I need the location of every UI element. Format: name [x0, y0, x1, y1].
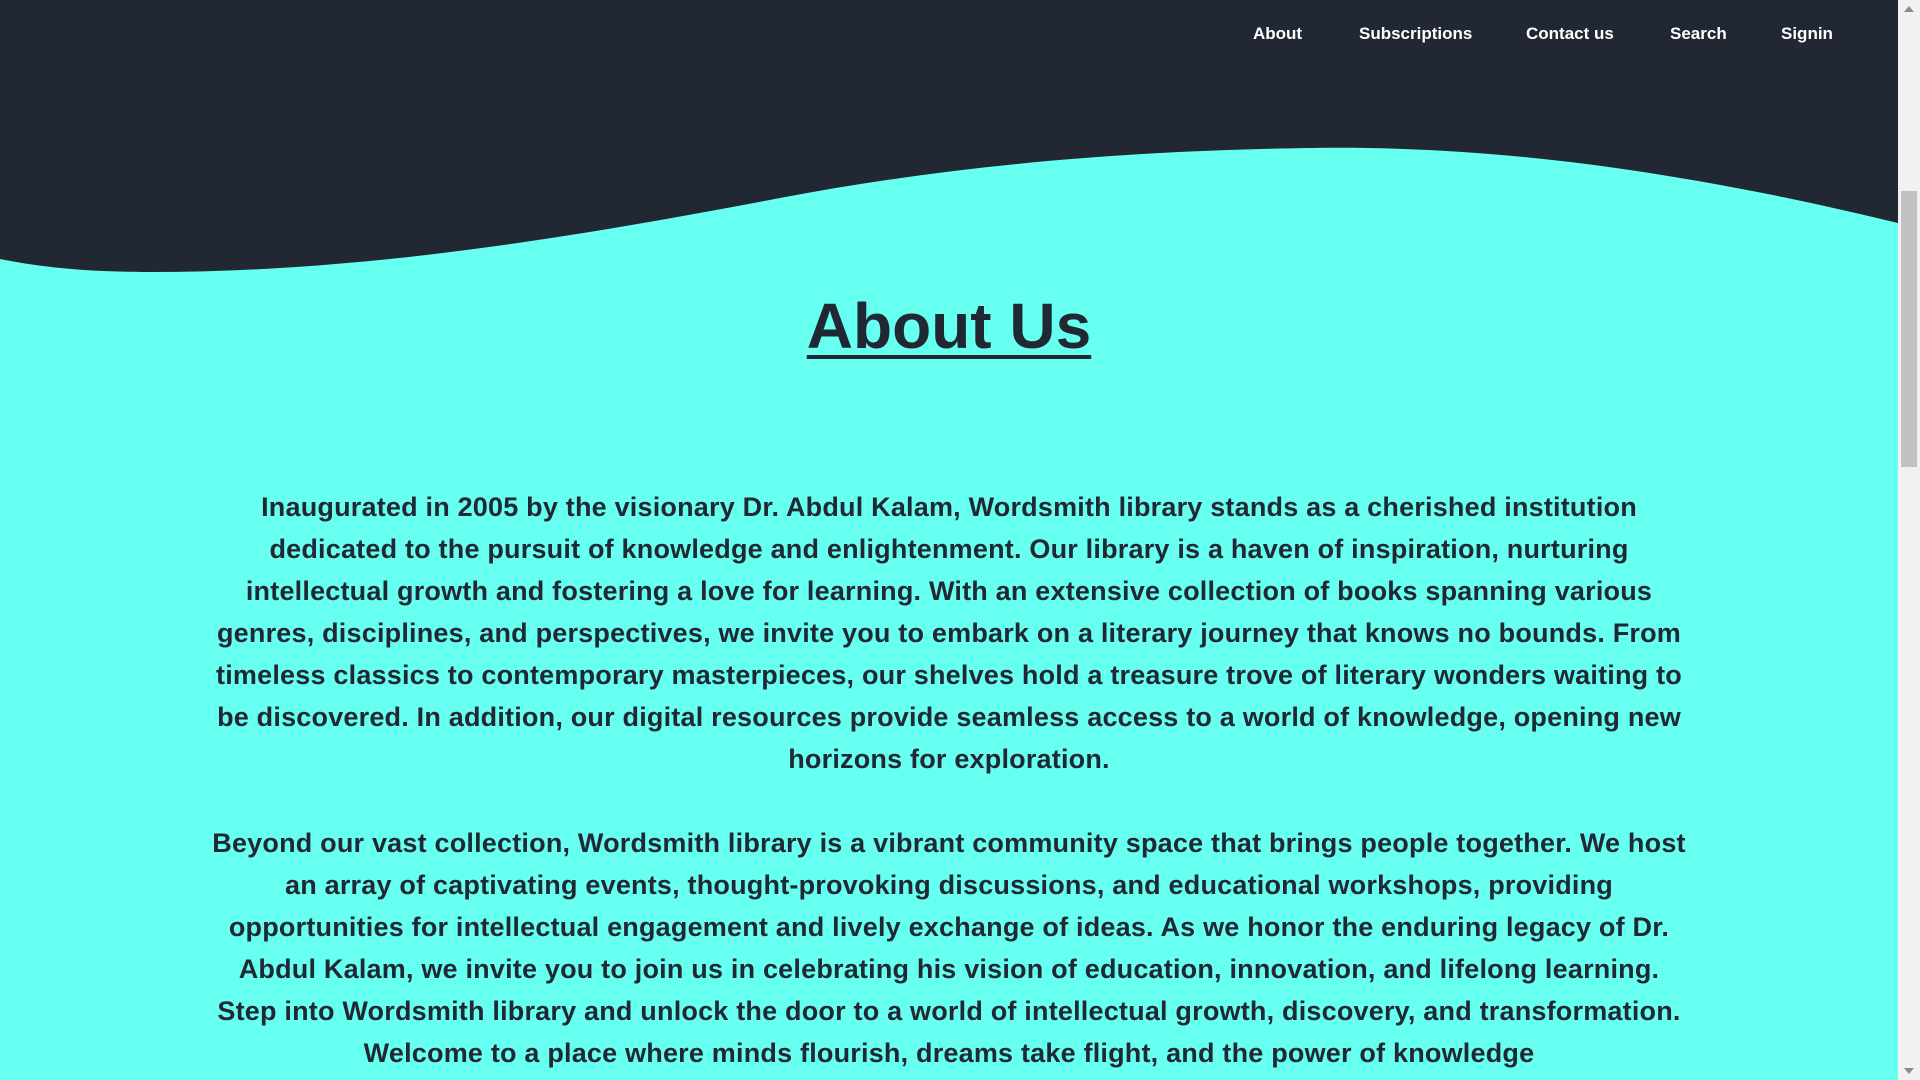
- vertical-scrollbar[interactable]: [1898, 0, 1920, 1080]
- nav-link-subscriptions[interactable]: Subscriptions: [1359, 24, 1472, 44]
- scroll-down-button[interactable]: [1898, 1062, 1920, 1080]
- about-page: About Subscriptions Contact us Search Si…: [0, 0, 1898, 1080]
- scroll-up-arrow-icon: [1904, 6, 1914, 12]
- scrollbar-thumb[interactable]: [1901, 191, 1917, 467]
- nav-link-signin[interactable]: Signin: [1781, 24, 1833, 44]
- nav-link-about[interactable]: About: [1253, 24, 1302, 44]
- about-content: Inaugurated in 2005 by the visionary Dr.…: [208, 486, 1690, 1080]
- page-title: About Us: [806, 290, 1092, 362]
- about-paragraph-intro: Inaugurated in 2005 by the visionary Dr.…: [216, 492, 1682, 774]
- about-paragraph-community: Beyond our vast collection, Wordsmith li…: [212, 828, 1686, 1068]
- top-navigation: About Subscriptions Contact us Search Si…: [0, 0, 1898, 68]
- nav-link-contact-us[interactable]: Contact us: [1526, 24, 1614, 44]
- scroll-up-button[interactable]: [1898, 0, 1920, 18]
- nav-link-search[interactable]: Search: [1670, 24, 1727, 44]
- scroll-down-arrow-icon: [1904, 1068, 1914, 1074]
